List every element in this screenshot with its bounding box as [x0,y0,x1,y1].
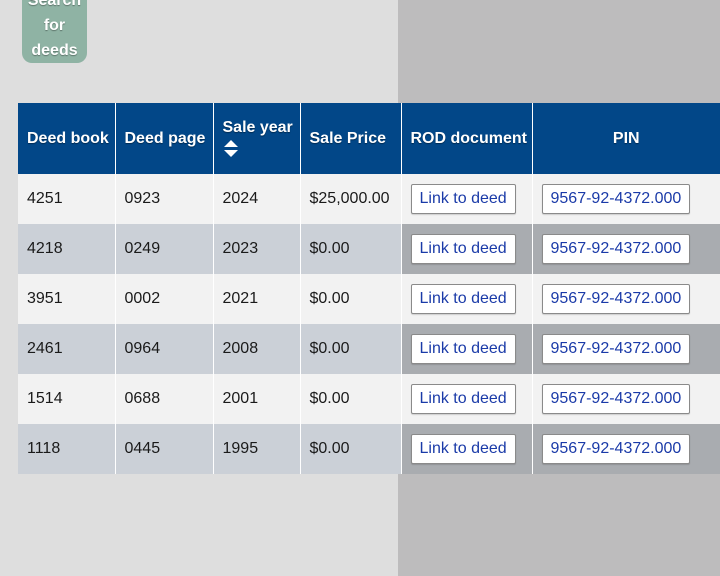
cell-deed-book: 1118 [18,424,115,474]
table-row: 2461 0964 2008 $0.00 Link to deed 9567-92-437… [18,324,720,374]
table-row: 1118 0445 1995 $0.00 Link to deed 9567-92-437… [18,424,720,474]
cell-sale-year: 2001 [212,374,300,424]
cell-sale-price: $25,000.00 [299,174,401,224]
cell-sale-year: 2008 [212,324,300,374]
pin-link-button[interactable]: 9567-92-4372.000 [541,384,691,414]
cell-deed-book: 4218 [18,224,115,274]
cell-sale-price: $0.00 [299,324,401,374]
cell-deed-page: 0249 [114,224,213,274]
pin-link-button[interactable]: 9567-92-4372.000 [541,334,691,364]
cell-deed-book: 3951 [18,274,115,324]
cell-deed-page: 0964 [114,324,213,374]
cell-sale-year: 2023 [212,224,300,274]
cell-sale-year: 1995 [212,424,300,474]
cell-sale-price: $0.00 [299,424,401,474]
table-row: 4251 0923 2024 $25,000.00 Link to deed 9567-9… [18,174,720,224]
cell-deed-book: 1514 [18,374,115,424]
table-header-row: Deed book Deed page Sale year Sale Price… [18,103,720,174]
cell-sale-price: $0.00 [299,224,401,274]
cell-sale-year: 2024 [212,174,300,224]
table-row: 4218 0249 2023 $0.00 Link to deed 9567-92-437… [18,224,720,274]
link-to-deed-button[interactable]: Link to deed [410,234,516,264]
cell-rod-document: Link to deed [400,224,532,274]
cell-pin: 9567-92-4372.000 [531,274,720,324]
sort-arrows-icon[interactable] [223,139,239,159]
header-sale-year-label: Sale year [222,118,293,136]
cell-rod-document: Link to deed [400,174,532,224]
pin-link-button[interactable]: 9567-92-4372.000 [541,434,691,464]
cell-sale-price: $0.00 [299,374,401,424]
search-button-line-1: Search [27,0,82,9]
header-rod-document: ROD document [400,103,532,174]
search-for-deeds-button[interactable]: Search for deeds [22,0,87,63]
cell-rod-document: Link to deed [400,274,532,324]
cell-pin: 9567-92-4372.000 [531,174,720,224]
cell-deed-page: 0445 [114,424,213,474]
cell-deed-book: 4251 [18,174,115,224]
cell-deed-book: 2461 [18,324,115,374]
search-button-line-2: for [43,17,66,34]
pin-link-button[interactable]: 9567-92-4372.000 [541,234,691,264]
pin-link-button[interactable]: 9567-92-4372.000 [541,284,691,314]
header-sale-price: Sale Price [299,103,401,174]
header-deed-page: Deed page [114,103,213,174]
link-to-deed-button[interactable]: Link to deed [410,184,516,214]
cell-pin: 9567-92-4372.000 [531,324,720,374]
cell-sale-year: 2021 [212,274,300,324]
link-to-deed-button[interactable]: Link to deed [410,384,516,414]
cell-sale-price: $0.00 [299,274,401,324]
header-deed-book: Deed book [18,103,115,174]
cell-pin: 9567-92-4372.000 [531,374,720,424]
cell-deed-page: 0688 [114,374,213,424]
cell-rod-document: Link to deed [400,324,532,374]
deeds-table: Deed book Deed page Sale year Sale Price… [18,103,720,474]
cell-rod-document: Link to deed [400,374,532,424]
link-to-deed-button[interactable]: Link to deed [410,334,516,364]
pin-link-button[interactable]: 9567-92-4372.000 [541,184,691,214]
table-row: 1514 0688 2001 $0.00 Link to deed 9567-92-437… [18,374,720,424]
cell-pin: 9567-92-4372.000 [531,224,720,274]
cell-pin: 9567-92-4372.000 [531,424,720,474]
header-sale-year[interactable]: Sale year [212,103,300,174]
link-to-deed-button[interactable]: Link to deed [410,284,516,314]
cell-deed-page: 0002 [114,274,213,324]
header-pin: PIN [531,103,720,174]
search-button-line-3: deeds [31,42,78,59]
table-row: 3951 0002 2021 $0.00 Link to deed 9567-92-437… [18,274,720,324]
link-to-deed-button[interactable]: Link to deed [410,434,516,464]
cell-rod-document: Link to deed [400,424,532,474]
cell-deed-page: 0923 [114,174,213,224]
